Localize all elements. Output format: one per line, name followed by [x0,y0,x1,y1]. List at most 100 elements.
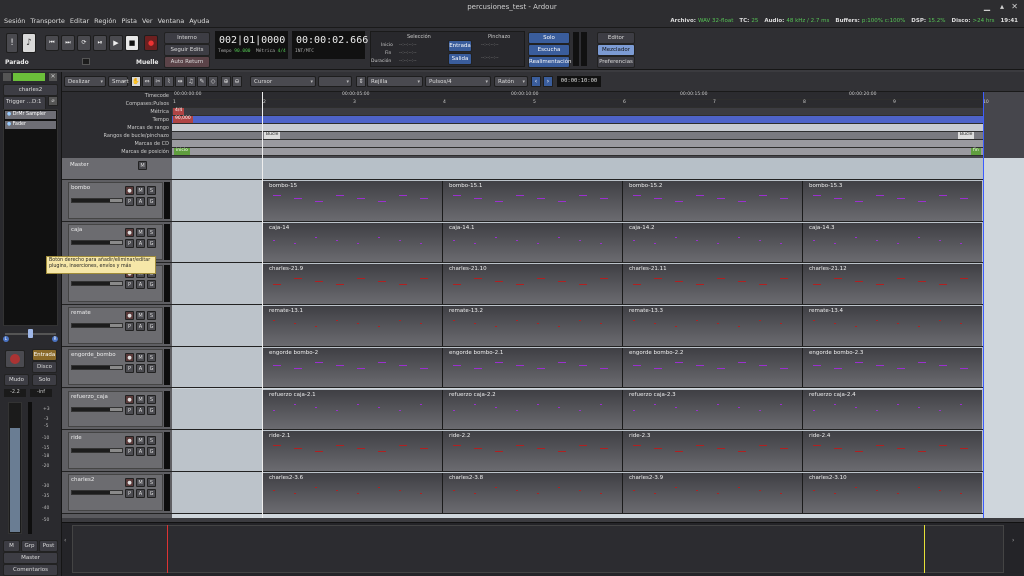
track-lane[interactable]: bombo-15 bombo-15.1 bombo-15.2 bombo-15.3 [172,180,984,222]
menu-ver[interactable]: Ver [142,17,153,25]
punch-out-value[interactable]: --:--:--:-- [481,56,499,61]
track-solo-button[interactable]: S [147,352,156,362]
master-track-name[interactable]: Master [70,162,89,168]
monitor-input-button[interactable]: Entrada [32,349,57,361]
track-automation-button[interactable]: A [136,322,145,332]
nudge-back-icon[interactable]: ‹ [531,76,541,87]
solo-monitor-button[interactable]: Solo [528,32,570,44]
midi-region[interactable]: engorde bombo-2.3 [802,347,982,388]
track-playlist-button[interactable]: P [125,405,134,415]
strip-close-icon[interactable]: ✕ [49,73,57,81]
end-marker[interactable]: fin [971,148,981,155]
sel-start-value[interactable]: --:--:--:-- [399,43,417,48]
audition-button[interactable]: Escucha [528,44,570,56]
grid-value-select[interactable]: Pulsos/4 [425,76,491,87]
midi-region[interactable]: remate-13.4 [802,306,982,346]
cd-ruler[interactable] [172,140,984,148]
track-name[interactable]: ride [71,435,82,441]
fader-active-icon[interactable]: ● [7,122,11,127]
track-solo-button[interactable]: S [147,311,156,321]
menu-ventana[interactable]: Ventana [158,17,185,25]
track-name[interactable]: bombo [71,185,90,191]
track-name[interactable]: refuerzo_caja [71,394,108,400]
master-track-header[interactable]: Master M [62,158,172,180]
meter-point-button[interactable]: M [3,540,20,552]
plugin-drmr[interactable]: ● DrMr Sampler [5,111,56,119]
loop-start-marker[interactable]: Bucle [264,132,281,139]
mixer-window-button[interactable]: Mezclador [597,44,635,56]
midi-region[interactable]: charles2-3.10 [802,472,982,513]
midi-region[interactable]: caja-14 [262,222,442,263]
track-automation-button[interactable]: A [136,405,145,415]
ruler-label-meter[interactable]: Métrica [150,109,169,115]
monitor-disk-button[interactable]: Disco [32,361,57,373]
midi-region[interactable]: ride-2.1 [262,431,442,471]
edit-mode-select[interactable]: Deslizar [64,76,106,87]
track-solo-button[interactable]: S [147,227,156,237]
track-name[interactable]: engorde_bombo [71,352,116,358]
track-gain-slider[interactable] [71,448,123,454]
summary-overview[interactable]: ‹ › [62,522,1024,576]
track-gain-slider[interactable] [71,406,123,412]
ruler-label-loop[interactable]: Rangos de bucle/pinchazo [103,133,169,139]
midi-region[interactable]: remate-13.2 [442,306,622,346]
group-button[interactable]: Grp [21,540,38,552]
midi-region[interactable]: bombo-15.2 [622,181,802,221]
midi-region[interactable]: caja-14.2 [622,222,802,263]
gain-tool-icon[interactable]: ⌇ [164,76,174,87]
panic-button[interactable]: ! [6,33,18,53]
bbt-ruler[interactable]: 1 2 3 4 5 6 7 8 9 10 [172,100,989,108]
sel-length-value[interactable]: --:--:--:-- [399,59,417,64]
track-mute-button[interactable]: M [136,477,145,487]
midi-region[interactable]: charles2-3.9 [622,472,802,513]
menu-ayuda[interactable]: Ayuda [189,17,209,25]
editor-window-button[interactable]: Editor [597,32,635,44]
track-rec-button[interactable]: ● [125,394,134,404]
punch-out-button[interactable]: Salida [448,53,472,65]
nudge-forward-icon[interactable]: › [543,76,553,87]
track-automation-button[interactable]: A [136,447,145,457]
shuttle-checkbox[interactable] [82,58,90,65]
track-gain-slider[interactable] [71,489,123,495]
tempo-marker[interactable]: 90,000 [173,116,193,123]
track-gain-slider[interactable] [71,198,123,203]
track-automation-button[interactable]: A [136,238,145,248]
track-solo-button[interactable]: S [147,394,156,404]
track-playlist-button[interactable]: P [125,322,134,332]
midi-region[interactable]: refuerzo caja-2.2 [442,389,622,430]
track-lane[interactable]: charles-21.9 charles-21.10 charles-21.11 ch… [172,263,984,306]
track-group-button[interactable]: G [147,405,156,415]
timecode-clock[interactable]: 00:00:02.666 INT/MTC [292,31,368,59]
midi-region[interactable]: charles-21.12 [802,264,982,305]
track-solo-button[interactable]: S [147,436,156,446]
midi-region[interactable]: bombo-15 [262,181,442,221]
preferences-window-button[interactable]: Preferencias [597,56,635,68]
strip-name-button[interactable]: charles2 [3,84,58,96]
midi-region[interactable]: charles2-3.8 [442,472,622,513]
midi-region[interactable]: engorde bombo-2.2 [622,347,802,388]
draw-tool-icon[interactable]: ✎ [197,76,207,87]
track-automation-button[interactable]: A [136,280,145,290]
midi-region[interactable]: refuerzo caja-2.3 [622,389,802,430]
midi-region[interactable]: charles-21.9 [262,264,442,305]
track-group-button[interactable]: G [147,363,156,373]
track-mute-button[interactable]: M [136,394,145,404]
midi-region[interactable]: caja-14.3 [802,222,982,263]
midi-region[interactable]: remate-13.1 [262,306,442,346]
metronome-icon[interactable]: ♪ [22,33,36,53]
smart-mode-button[interactable]: Smart [108,76,129,87]
maximize-icon[interactable]: ▴ [1000,0,1004,14]
track-rec-button[interactable]: ● [125,186,134,195]
record-icon[interactable]: ● [144,35,158,51]
track-lane[interactable]: remate-13.1 remate-13.2 remate-13.3 remate-… [172,305,984,347]
midi-region[interactable]: engorde bombo-2.1 [442,347,622,388]
track-playlist-button[interactable]: P [125,197,134,206]
track-group-button[interactable]: G [147,447,156,457]
track-gain-slider[interactable] [71,364,123,370]
grid-type-select[interactable]: Rejilla [367,76,423,87]
track-gain-slider[interactable] [71,281,123,287]
zoom-out-icon[interactable]: ⊖ [232,76,242,87]
zoom-focus-select[interactable] [318,76,352,87]
cut-tool-icon[interactable]: ✂ [153,76,163,87]
meter-marker[interactable]: 4/4 [173,108,185,115]
